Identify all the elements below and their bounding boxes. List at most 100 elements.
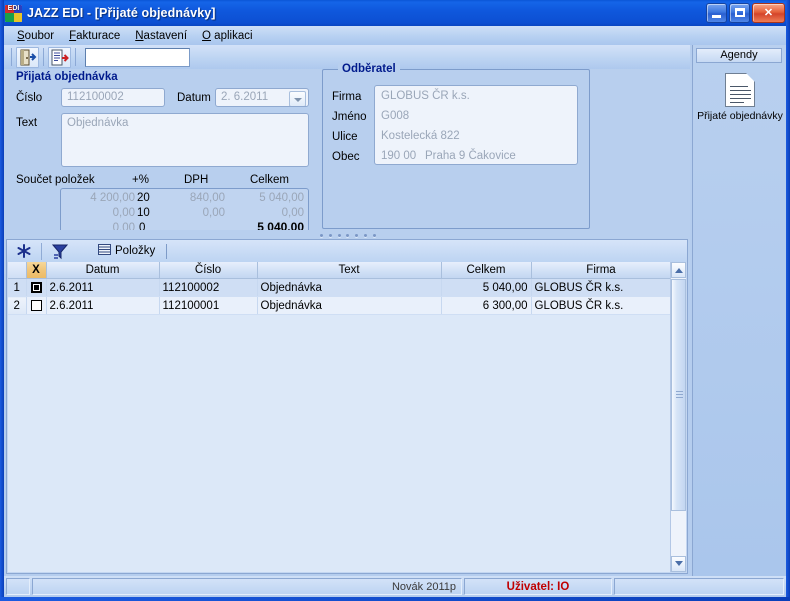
maximize-button[interactable] — [729, 3, 750, 23]
agendy-dock: Agendy Přijaté objednávky — [692, 45, 786, 576]
ulice-label: Ulice — [332, 131, 358, 143]
totals-label-celkem: Celkem — [250, 174, 289, 186]
grid-toolbar: Položky — [7, 240, 687, 262]
row-0-checkbox-cell[interactable] — [26, 278, 47, 297]
records-table: X Datum Číslo Text Celkem Firma 1 2.6.20… — [8, 262, 671, 315]
totals-row-1-total: 0,00 — [281, 207, 304, 219]
status-user-label: Uživatel: IO — [506, 580, 570, 593]
menu-item-nastaveni[interactable]: Nastavení — [129, 28, 196, 44]
agendy-item-prijate-objednavky[interactable]: Přijaté objednávky — [693, 73, 787, 122]
grid-toolbar-divider — [41, 242, 42, 260]
grid-vertical-scrollbar[interactable] — [670, 262, 686, 572]
totals-row-1-rate: 10 — [137, 207, 150, 219]
window-controls: ✕ — [706, 3, 785, 23]
text-label: Text — [16, 117, 38, 129]
firma-label: Firma — [332, 91, 362, 103]
filter-funnel-icon[interactable] — [48, 242, 72, 261]
tab-polozky-label: Položky — [115, 245, 156, 257]
row-1-text: Objednávka — [257, 296, 442, 315]
close-button[interactable]: ✕ — [752, 3, 785, 23]
jmeno-value: G008 — [381, 110, 410, 122]
row-0-checkbox[interactable] — [30, 281, 42, 293]
obec-label: Obec — [332, 151, 360, 163]
totals-row-0-base: 4 200,00 — [90, 192, 135, 204]
toolbar-divider — [11, 48, 12, 66]
firma-value: GLOBUS ČR k.s. — [381, 90, 470, 102]
chevron-down-icon[interactable] — [289, 91, 306, 106]
scroll-down-icon[interactable] — [671, 556, 686, 572]
agendy-header[interactable]: Agendy — [696, 48, 782, 63]
col-header-cislo[interactable]: Číslo — [159, 262, 258, 279]
totals-label-soucet: Součet položek — [16, 174, 95, 186]
row-1-number: 2 — [8, 296, 27, 315]
row-0-celkem: 5 040,00 — [441, 278, 532, 297]
menu-item-fakturace-rest: akturace — [76, 29, 121, 42]
col-header-firma[interactable]: Firma — [531, 262, 671, 279]
row-0-number: 1 — [8, 278, 27, 297]
grid-scroll-region: X Datum Číslo Text Celkem Firma 1 2.6.20… — [8, 262, 671, 572]
status-pane-company: Novák 2011p — [32, 578, 462, 595]
totals-label-pct: +% — [132, 174, 149, 186]
row-0-firma: GLOBUS ČR k.s. — [531, 278, 671, 297]
row-1-cislo: 112100001 — [159, 296, 258, 315]
cislo-label: Číslo — [16, 92, 43, 104]
order-group-title: Přijatá objednávka — [16, 71, 118, 83]
title-bar[interactable]: EDI JAZZ EDI - [Přijaté objednávky] ✕ — [0, 0, 790, 26]
menu-item-fakturace[interactable]: Fakturace — [63, 28, 129, 44]
totals-row-0-total: 5 040,00 — [259, 192, 304, 204]
table-row[interactable]: 1 2.6.2011 112100002 Objednávka 5 040,00… — [8, 278, 671, 297]
search-input[interactable] — [85, 47, 190, 67]
toolbar-divider-2 — [43, 48, 44, 66]
col-header-rownum[interactable] — [8, 262, 27, 279]
menu-item-o-aplikaci[interactable]: O aplikaci — [196, 28, 262, 44]
client-area: Přijatá objednávka Číslo 112100002 Datum… — [4, 45, 786, 576]
scrollbar-thumb[interactable] — [671, 279, 686, 511]
row-1-celkem: 6 300,00 — [441, 296, 532, 315]
text-field[interactable]: Objednávka — [61, 113, 309, 167]
datum-field[interactable]: 2. 6.2011 — [215, 88, 309, 107]
document-export-icon[interactable] — [48, 46, 71, 68]
menu-item-o-aplikaci-rest: aplikaci — [210, 29, 253, 42]
customer-details-box[interactable]: GLOBUS ČR k.s. G008 Kostelecká 822 190 0… — [374, 85, 578, 165]
col-header-celkem[interactable]: Celkem — [441, 262, 532, 279]
window-title: JAZZ EDI - [Přijaté objednávky] — [27, 6, 216, 20]
menu-item-soubor[interactable]: Soubor — [11, 28, 63, 44]
table-row[interactable]: 2 2.6.2011 112100001 Objednávka 6 300,00… — [8, 296, 671, 315]
menu-item-nastaveni-rest: astavení — [143, 29, 188, 42]
ulice-value: Kostelecká 822 — [381, 130, 460, 142]
row-1-firma: GLOBUS ČR k.s. — [531, 296, 671, 315]
application-window: EDI JAZZ EDI - [Přijaté objednávky] ✕ So… — [0, 0, 790, 601]
scroll-up-icon[interactable] — [671, 262, 686, 278]
col-header-text[interactable]: Text — [257, 262, 442, 279]
window-border-left — [0, 0, 4, 601]
menu-bar: Soubor Fakturace Nastavení O aplikaci — [4, 26, 786, 45]
toolbar-divider-3 — [75, 48, 76, 66]
row-1-checkbox[interactable] — [30, 299, 42, 311]
row-0-datum: 2.6.2011 — [46, 278, 160, 297]
exit-door-icon[interactable] — [16, 46, 39, 68]
totals-row-0-rate: 20 — [137, 192, 150, 204]
asterisk-new-record-icon[interactable] — [12, 242, 36, 261]
close-icon: ✕ — [763, 7, 774, 19]
totals-row-1-base: 0,00 — [112, 207, 135, 219]
row-1-checkbox-cell[interactable] — [26, 296, 47, 315]
app-logo-icon: EDI — [5, 4, 22, 22]
menu-item-soubor-rest: oubor — [24, 29, 55, 42]
status-bar: Novák 2011p Uživatel: IO — [4, 576, 786, 597]
document-lines-icon — [725, 73, 755, 107]
cislo-field[interactable]: 112100002 — [61, 88, 165, 107]
records-grid-panel: Položky X Datum Číslo Text Celkem Firma … — [6, 239, 688, 574]
col-header-x[interactable]: X — [26, 262, 47, 279]
row-0-cislo: 112100002 — [159, 278, 258, 297]
datum-value: 2. 6.2011 — [221, 91, 269, 103]
datum-label: Datum — [177, 92, 211, 104]
splitter-handle[interactable] — [320, 233, 376, 237]
obec-value: Praha 9 Čakovice — [425, 150, 516, 162]
row-1-datum: 2.6.2011 — [46, 296, 160, 315]
tab-polozky[interactable]: Položky — [92, 242, 173, 261]
grid-lines-icon — [98, 244, 111, 258]
col-header-datum[interactable]: Datum — [46, 262, 160, 279]
status-pane-user: Uživatel: IO — [464, 578, 612, 595]
row-0-text: Objednávka — [257, 278, 442, 297]
minimize-button[interactable] — [706, 3, 727, 23]
